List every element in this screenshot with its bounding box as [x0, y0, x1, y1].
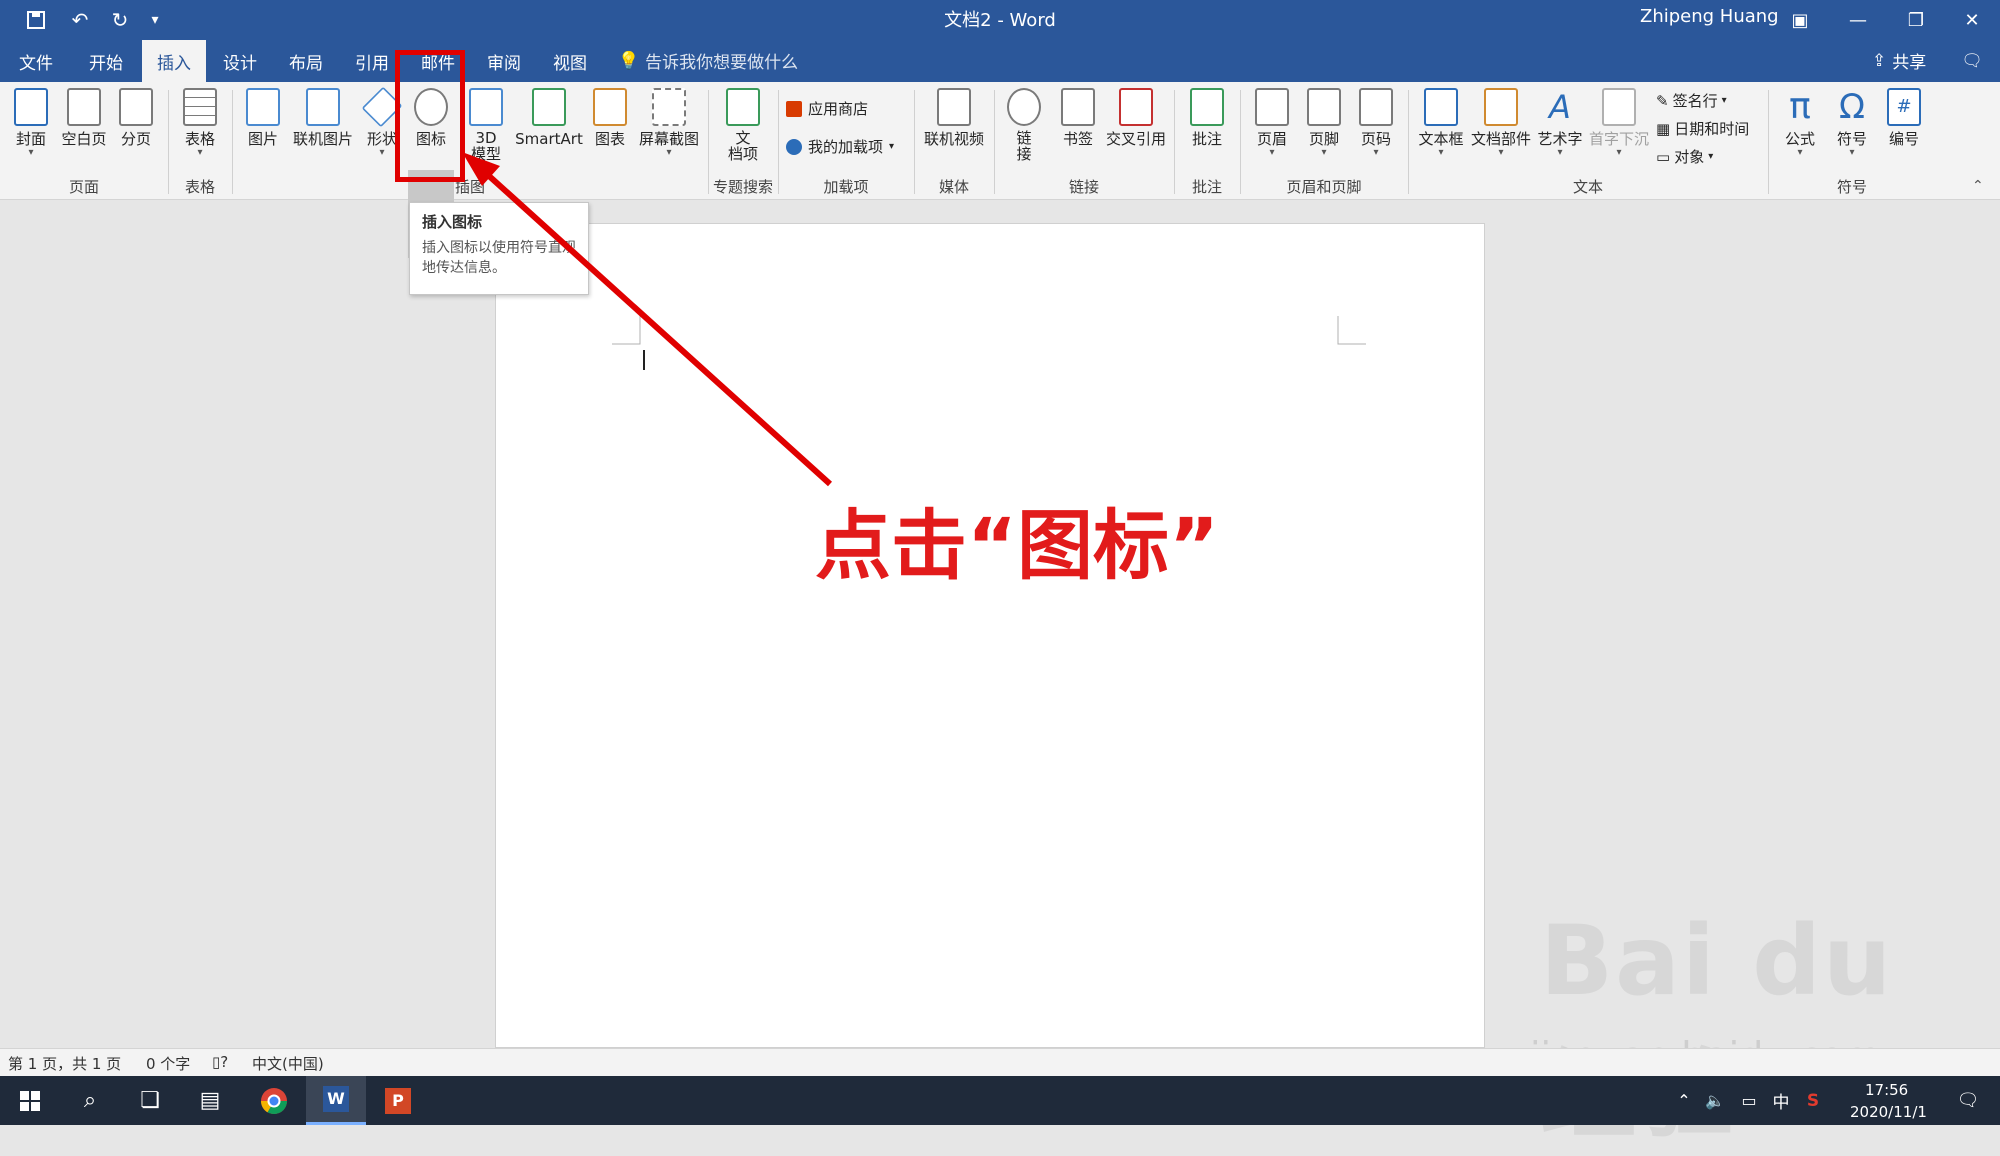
search-icon[interactable]: ⌕	[60, 1076, 120, 1125]
clock-date[interactable]: 2020/11/1	[1850, 1103, 1927, 1121]
tray-chevron-icon[interactable]: ⌃	[1670, 1076, 1698, 1125]
powerpoint-app-icon[interactable]: P	[368, 1076, 428, 1125]
word-app-icon[interactable]: W	[306, 1076, 366, 1125]
network-icon[interactable]: ▭	[1734, 1076, 1764, 1125]
taskbar: ⌕ ❏ ▤ W P ⌃ 🔈 ▭ 中 S 17:56 2020/11/1 🗨	[0, 1076, 2000, 1125]
sogou-ime-icon[interactable]: S	[1798, 1076, 1828, 1125]
notifications-icon[interactable]: 🗨	[1948, 1076, 1988, 1125]
annotation-callout: 点击“图标”	[815, 501, 1219, 590]
start-icon[interactable]	[0, 1076, 60, 1125]
clock-time[interactable]: 17:56	[1865, 1081, 1908, 1099]
status-bar: 第 1 页，共 1 页 0 个字 ▯? 中文(中国)	[0, 1048, 2000, 1076]
volume-icon[interactable]: 🔈	[1700, 1076, 1730, 1125]
word-count[interactable]: 0 个字	[146, 1053, 190, 1074]
language[interactable]: 中文(中国)	[252, 1053, 324, 1074]
task-view-icon[interactable]: ❏	[120, 1076, 180, 1125]
notepad-app-icon[interactable]: ▤	[180, 1076, 240, 1125]
page-count[interactable]: 第 1 页，共 1 页	[8, 1053, 121, 1074]
chrome-app-icon[interactable]	[244, 1076, 304, 1125]
ime-indicator[interactable]: 中	[1766, 1076, 1796, 1125]
proofing-icon[interactable]: ▯?	[212, 1053, 228, 1071]
